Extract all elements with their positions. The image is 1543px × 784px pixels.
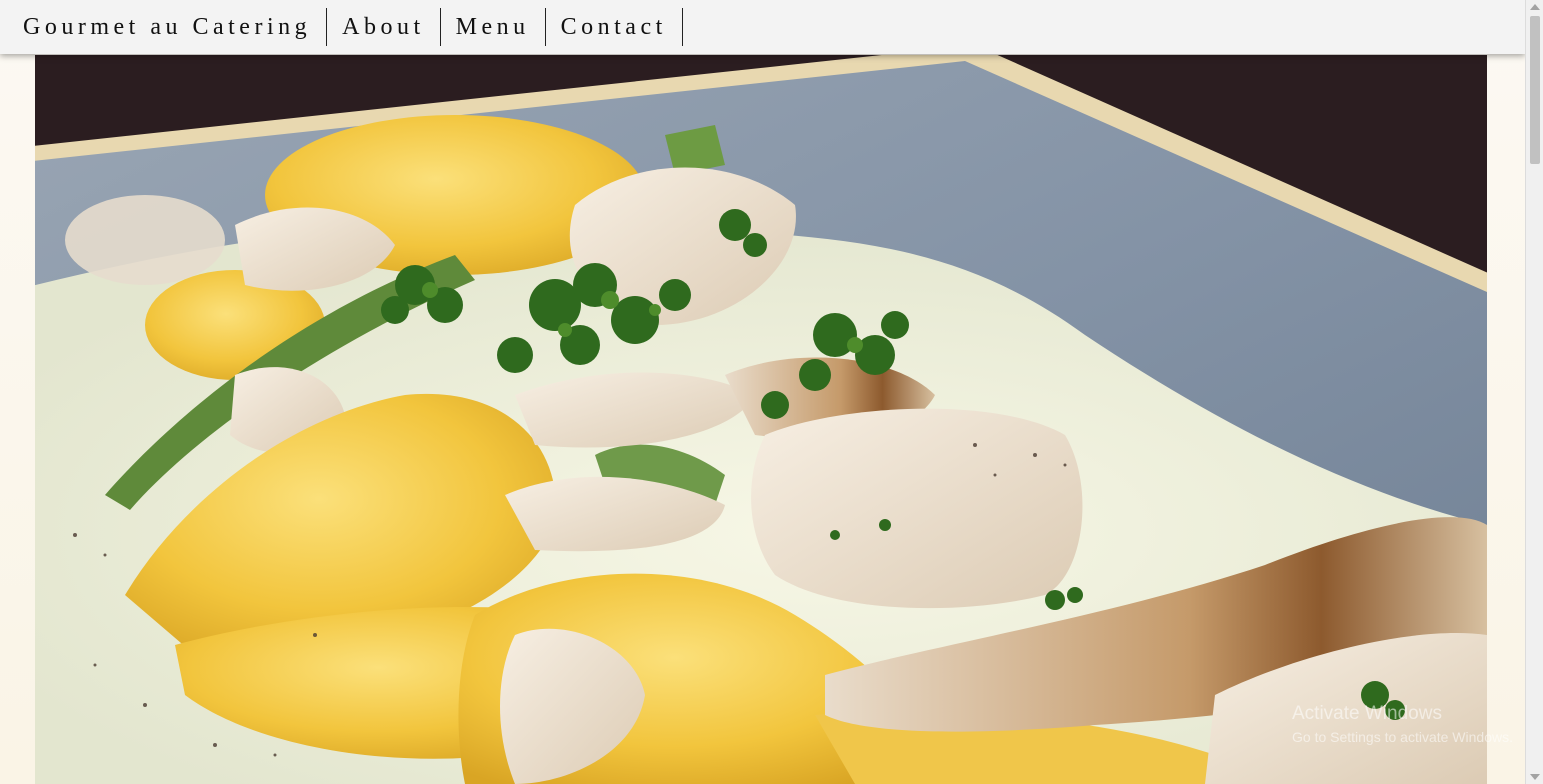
ravioli-dish-illustration <box>35 55 1487 784</box>
watermark-title: Activate Windows <box>1292 703 1442 724</box>
nav-link-contact[interactable]: Contact <box>546 8 683 46</box>
activation-watermark: Activate Windows Go to Settings to activ… <box>1292 703 1513 745</box>
vertical-scrollbar[interactable] <box>1525 0 1543 784</box>
scroll-down-arrow-icon[interactable] <box>1530 774 1540 780</box>
nav-link-menu[interactable]: Menu <box>441 8 546 46</box>
brand-link[interactable]: Gourmet au Catering <box>0 8 328 46</box>
scroll-up-arrow-icon[interactable] <box>1530 4 1540 10</box>
watermark-subtitle: Go to Settings to activate Windows. <box>1292 729 1513 745</box>
chicken-breast-slice <box>751 408 1083 609</box>
hero-food-image <box>35 55 1487 784</box>
nav-link-about[interactable]: About <box>327 8 441 46</box>
scrollbar-thumb[interactable] <box>1530 16 1540 164</box>
top-navbar: Gourmet au Catering About Menu Contact <box>0 0 1525 54</box>
